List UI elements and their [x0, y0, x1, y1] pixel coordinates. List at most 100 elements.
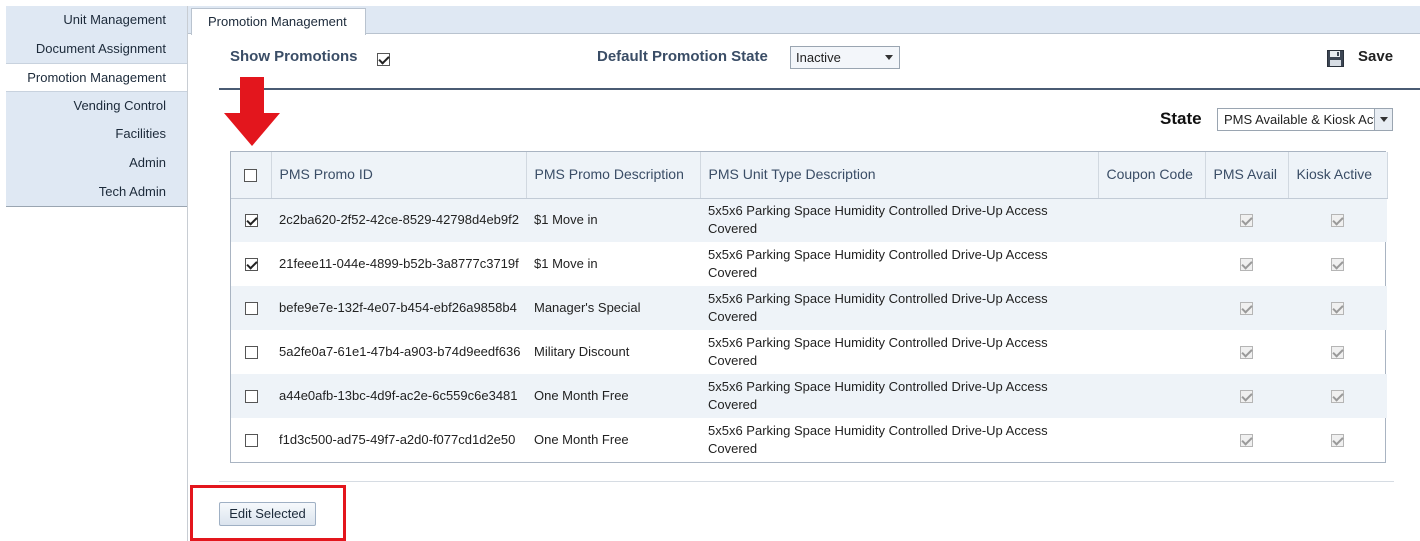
pms-avail-cell: [1205, 286, 1288, 330]
table-row[interactable]: a44e0afb-13bc-4d9f-ac2e-6c559c6e3481 One …: [231, 374, 1387, 418]
tab-strip: Promotion Management: [188, 6, 1420, 35]
unit-type-cell: 5x5x6 Parking Space Humidity Controlled …: [700, 374, 1098, 418]
sidebar-item-unit-management[interactable]: Unit Management: [6, 6, 187, 35]
table-row[interactable]: 21feee11-044e-4899-b52b-3a8777c3719f $1 M…: [231, 242, 1387, 286]
sidebar: Unit Management Document Assignment Prom…: [6, 6, 188, 541]
pms-avail-cell: [1205, 418, 1288, 462]
pms-avail-cell: [1205, 198, 1288, 242]
header-divider: [219, 88, 1420, 90]
row-select-checkbox[interactable]: [244, 214, 258, 228]
sidebar-item-tech-admin[interactable]: Tech Admin: [6, 178, 187, 207]
edit-selected-button[interactable]: Edit Selected: [219, 502, 316, 526]
promo-id-cell: 21feee11-044e-4899-b52b-3a8777c3719f: [279, 256, 519, 271]
coupon-code-cell: [1098, 242, 1205, 286]
grid-header-row: PMS Promo ID PMS Promo Description PMS U…: [231, 152, 1388, 199]
state-filter-select[interactable]: PMS Available & Kiosk Active: [1217, 108, 1393, 131]
table-row[interactable]: 5a2fe0a7-61e1-47b4-a903-b74d9eedf636 Mili…: [231, 330, 1387, 374]
kiosk-active-cell: [1288, 198, 1387, 242]
select-all-checkbox[interactable]: [244, 169, 258, 183]
coupon-code-cell: [1098, 330, 1205, 374]
kiosk-active-cell: [1288, 330, 1387, 374]
promo-description-cell: One Month Free: [526, 374, 700, 418]
sidebar-item-document-assignment[interactable]: Document Assignment: [6, 35, 187, 64]
grid-body: 2c2ba620-2f52-42ce-8529-42798d4eb9f2 $1 M…: [231, 198, 1387, 462]
default-promotion-state-select[interactable]: Inactive: [790, 46, 900, 69]
row-select-cell: [231, 330, 271, 374]
promo-description-cell: One Month Free: [534, 432, 629, 447]
kiosk-active-checkbox: [1331, 214, 1344, 228]
promo-description-cell: Military Discount: [534, 344, 630, 359]
red-arrow-down-icon: [224, 77, 280, 146]
show-promotions-checkbox[interactable]: [377, 53, 390, 67]
kiosk-active-checkbox: [1331, 434, 1344, 448]
column-header-kiosk-active[interactable]: Kiosk Active: [1288, 152, 1388, 199]
column-header-promo-description[interactable]: PMS Promo Description: [526, 152, 701, 199]
default-promotion-state-label: Default Promotion State: [597, 48, 768, 65]
table-row[interactable]: befe9e7e-132f-4e07-b454-ebf26a9858b4 Mana…: [231, 286, 1387, 330]
row-select-checkbox[interactable]: [244, 346, 258, 360]
pms-avail-cell: [1205, 242, 1288, 286]
kiosk-active-cell: [1288, 418, 1387, 462]
row-select-cell: [231, 242, 271, 286]
promo-description-cell: $1 Move in: [526, 198, 700, 242]
kiosk-active-cell: [1288, 242, 1387, 286]
row-select-checkbox[interactable]: [244, 434, 258, 448]
show-promotions-label: Show Promotions: [230, 48, 358, 65]
column-header-coupon-code[interactable]: Coupon Code: [1098, 152, 1206, 199]
promo-description-cell: $1 Move in: [534, 256, 598, 271]
row-select-checkbox[interactable]: [244, 390, 258, 404]
column-header-unit-type[interactable]: PMS Unit Type Description: [700, 152, 1099, 199]
pms-avail-checkbox: [1240, 302, 1253, 316]
sidebar-nav: Unit Management Document Assignment Prom…: [6, 6, 187, 207]
row-select-checkbox[interactable]: [244, 302, 258, 316]
state-filter-value: PMS Available & Kiosk Active: [1224, 112, 1393, 127]
kiosk-active-cell: [1288, 374, 1387, 418]
unit-type-cell: 5x5x6 Parking Space Humidity Controlled …: [700, 198, 1098, 242]
row-select-cell: [231, 418, 271, 462]
pms-avail-checkbox: [1240, 434, 1253, 448]
row-select-cell: [231, 286, 271, 330]
sidebar-item-promotion-management[interactable]: Promotion Management: [6, 63, 187, 92]
tab-promotion-management[interactable]: Promotion Management: [191, 8, 366, 35]
kiosk-active-checkbox: [1331, 258, 1344, 272]
sidebar-item-facilities[interactable]: Facilities: [6, 120, 187, 149]
row-select-checkbox[interactable]: [244, 258, 258, 272]
column-header-pms-avail[interactable]: PMS Avail: [1205, 152, 1289, 199]
pms-avail-cell: [1205, 374, 1288, 418]
pms-avail-checkbox: [1240, 346, 1253, 360]
kiosk-active-checkbox: [1331, 390, 1344, 404]
floppy-disk-icon[interactable]: [1327, 50, 1344, 67]
kiosk-active-cell: [1288, 286, 1387, 330]
unit-type-cell: 5x5x6 Parking Space Humidity Controlled …: [708, 423, 1048, 456]
row-select-cell: [231, 374, 271, 418]
sidebar-item-admin[interactable]: Admin: [6, 149, 187, 178]
main-content: Show Promotions Default Promotion State …: [188, 34, 1420, 541]
unit-type-cell: 5x5x6 Parking Space Humidity Controlled …: [700, 286, 1098, 330]
table-row[interactable]: 2c2ba620-2f52-42ce-8529-42798d4eb9f2 $1 M…: [231, 198, 1387, 242]
column-header-promo-id[interactable]: PMS Promo ID: [271, 152, 527, 199]
kiosk-active-checkbox: [1331, 302, 1344, 316]
table-row[interactable]: f1d3c500-ad75-49f7-a2d0-f077cd1d2e50 One …: [231, 418, 1387, 462]
promo-id-cell: f1d3c500-ad75-49f7-a2d0-f077cd1d2e50: [279, 432, 516, 447]
pms-avail-checkbox: [1240, 258, 1253, 272]
kiosk-active-checkbox: [1331, 346, 1344, 360]
select-all-header: [231, 152, 272, 199]
promo-id-cell: 5a2fe0a7-61e1-47b4-a903-b74d9eedf636: [279, 344, 521, 359]
dropdown-arrow-icon: [885, 55, 893, 60]
footer-divider: [219, 481, 1394, 482]
pms-avail-cell: [1205, 330, 1288, 374]
pms-avail-checkbox: [1240, 390, 1253, 404]
coupon-code-cell: [1098, 286, 1205, 330]
sidebar-item-vending-control[interactable]: Vending Control: [6, 92, 187, 121]
save-button[interactable]: Save: [1358, 48, 1393, 65]
coupon-code-cell: [1098, 374, 1205, 418]
default-promotion-state-value: Inactive: [796, 50, 841, 65]
promotions-grid: PMS Promo ID PMS Promo Description PMS U…: [230, 151, 1388, 463]
unit-type-cell: 5x5x6 Parking Space Humidity Controlled …: [708, 247, 1048, 280]
coupon-code-cell: [1098, 418, 1205, 462]
promo-id-cell: befe9e7e-132f-4e07-b454-ebf26a9858b4: [271, 286, 526, 330]
state-filter-label: State: [1160, 109, 1202, 128]
promo-id-cell: 2c2ba620-2f52-42ce-8529-42798d4eb9f2: [271, 198, 526, 242]
pms-avail-checkbox: [1240, 214, 1253, 228]
dropdown-arrow-icon[interactable]: [1374, 109, 1392, 130]
